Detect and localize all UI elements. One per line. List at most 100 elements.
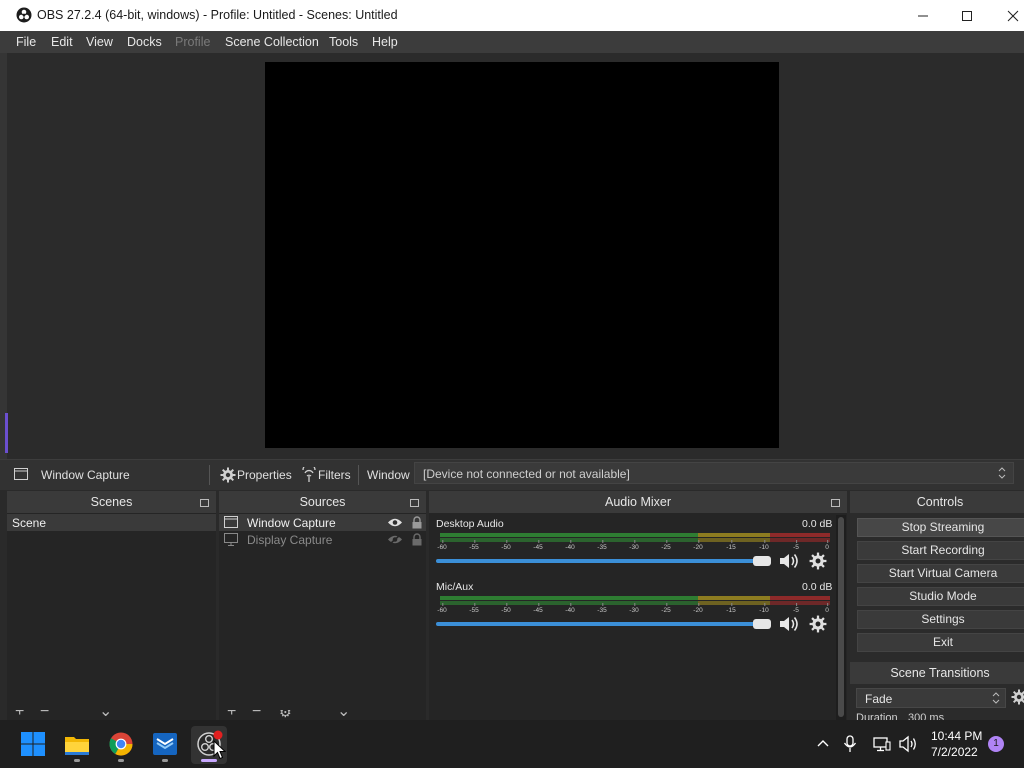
sources-list: Window Capture Display Capture + − ⚙ ⌃ ⌄ xyxy=(219,513,426,720)
close-button[interactable] xyxy=(990,0,1024,31)
eye-icon[interactable] xyxy=(387,517,403,528)
app-running-indicator xyxy=(162,759,168,762)
scene-item[interactable]: Scene xyxy=(7,514,216,531)
source-item[interactable]: Window Capture xyxy=(219,514,426,531)
volume-meter xyxy=(440,596,830,600)
speaker-icon[interactable] xyxy=(778,615,800,633)
move-up-icon[interactable]: ⌃ xyxy=(74,710,87,720)
speaker-icon[interactable] xyxy=(898,735,918,753)
gear-icon[interactable]: ⚙ xyxy=(279,710,292,720)
chevron-up-icon[interactable] xyxy=(816,737,830,749)
add-icon[interactable]: + xyxy=(15,710,24,720)
eye-hidden-icon[interactable] xyxy=(387,534,403,545)
window-capture-icon xyxy=(14,468,28,480)
meter-tick: -45 xyxy=(533,540,543,551)
duration-value[interactable]: 300 ms xyxy=(908,712,944,720)
meter-tick: -20 xyxy=(693,603,703,614)
lock-icon[interactable] xyxy=(411,516,423,529)
chrome-icon[interactable] xyxy=(106,729,136,759)
window-select[interactable]: [Device not connected or not available] xyxy=(414,462,1014,484)
gear-icon[interactable] xyxy=(809,552,827,570)
filters-button[interactable]: Filters xyxy=(300,465,355,485)
preview-canvas[interactable] xyxy=(265,62,779,448)
updown-arrows-icon xyxy=(997,466,1007,480)
dock-float-icon[interactable] xyxy=(410,499,419,507)
properties-button[interactable]: Properties xyxy=(219,465,292,485)
network-icon[interactable] xyxy=(873,736,891,752)
dock-float-icon[interactable] xyxy=(831,499,840,507)
meter-tick: -60 xyxy=(437,540,447,551)
start-icon[interactable] xyxy=(18,729,48,759)
monitor-icon xyxy=(224,533,238,546)
microphone-icon[interactable] xyxy=(843,735,857,753)
exit-button[interactable]: Exit xyxy=(857,633,1024,652)
settings-button[interactable]: Settings xyxy=(857,610,1024,629)
move-down-icon[interactable]: ⌄ xyxy=(337,710,350,720)
meter-tick: -50 xyxy=(501,603,511,614)
studio-mode-button[interactable]: Studio Mode xyxy=(857,587,1024,606)
scenes-dock-header: Scenes xyxy=(7,491,216,513)
menu-profile[interactable]: Profile xyxy=(175,35,210,49)
close-icon xyxy=(1007,10,1019,21)
volume-slider-handle[interactable] xyxy=(753,556,771,566)
meter-tick: -25 xyxy=(661,603,671,614)
start-recording-button[interactable]: Start Recording xyxy=(857,541,1024,560)
app-running-indicator xyxy=(118,759,124,762)
maximize-button[interactable] xyxy=(944,0,990,31)
meter-tick: -55 xyxy=(469,540,479,551)
gear-icon[interactable] xyxy=(809,615,827,633)
notification-badge[interactable]: 1 xyxy=(988,736,1004,752)
volume-slider-handle[interactable] xyxy=(753,619,771,629)
mixer-scrollbar-thumb[interactable] xyxy=(838,517,844,717)
menu-edit[interactable]: Edit xyxy=(51,35,73,49)
move-down-icon[interactable]: ⌄ xyxy=(99,710,112,720)
menu-help[interactable]: Help xyxy=(372,35,398,49)
start-virtual-camera-button[interactable]: Start Virtual Camera xyxy=(857,564,1024,583)
stop-streaming-button[interactable]: Stop Streaming xyxy=(857,518,1024,537)
clock-time[interactable]: 10:44 PM xyxy=(931,729,982,743)
transition-select-value: Fade xyxy=(865,692,893,706)
meter-yellow-segment xyxy=(698,596,770,600)
meter-tick: -40 xyxy=(565,603,575,614)
volume-slider[interactable] xyxy=(436,622,766,626)
volume-meter xyxy=(440,533,830,537)
menu-view[interactable]: View xyxy=(86,35,113,49)
move-up-icon[interactable]: ⌃ xyxy=(312,710,325,720)
file-explorer-icon[interactable] xyxy=(62,729,92,759)
transition-duration-row: Duration 300 ms xyxy=(856,712,1024,720)
menu-file[interactable]: File xyxy=(16,35,36,49)
minimize-icon xyxy=(918,15,928,16)
menu-tools[interactable]: Tools xyxy=(329,35,358,49)
meter-tick: -60 xyxy=(437,603,447,614)
lock-icon[interactable] xyxy=(411,533,423,546)
clock-date[interactable]: 7/2/2022 xyxy=(931,745,978,759)
source-item[interactable]: Display Capture xyxy=(219,531,426,548)
window-icon xyxy=(224,516,238,528)
menu-docks[interactable]: Docks xyxy=(127,35,162,49)
remove-icon[interactable]: − xyxy=(252,710,261,720)
left-edge-accent xyxy=(5,413,8,453)
volume-slider[interactable] xyxy=(436,559,766,563)
speaker-icon[interactable] xyxy=(778,552,800,570)
channel-name: Mic/Aux xyxy=(436,581,474,593)
add-icon[interactable]: + xyxy=(227,710,236,720)
gear-icon xyxy=(220,467,236,483)
remove-icon[interactable]: − xyxy=(40,710,49,720)
transition-select[interactable]: Fade xyxy=(856,688,1006,708)
maximize-icon xyxy=(962,10,972,21)
sources-dock: Sources Window Capture Display Capture +… xyxy=(219,491,426,720)
app-running-indicator xyxy=(74,759,80,762)
meter-tick: -40 xyxy=(565,540,575,551)
channel-name: Desktop Audio xyxy=(436,518,504,530)
toolbar-divider xyxy=(209,465,210,485)
menu-scene-collection[interactable]: Scene Collection xyxy=(225,35,319,49)
duration-label: Duration xyxy=(856,712,898,720)
mail-icon[interactable] xyxy=(150,729,180,759)
dock-float-icon[interactable] xyxy=(200,499,209,507)
meter-scale: -60 -55 -50 -45 -40 -35 -30 -25 -20 -15 … xyxy=(437,601,830,615)
channel-db-value: 0.0 dB xyxy=(802,581,833,593)
gear-icon[interactable] xyxy=(1011,689,1024,705)
toolbar-divider xyxy=(358,465,359,485)
meter-red-segment xyxy=(770,596,830,600)
minimize-button[interactable] xyxy=(900,0,946,31)
